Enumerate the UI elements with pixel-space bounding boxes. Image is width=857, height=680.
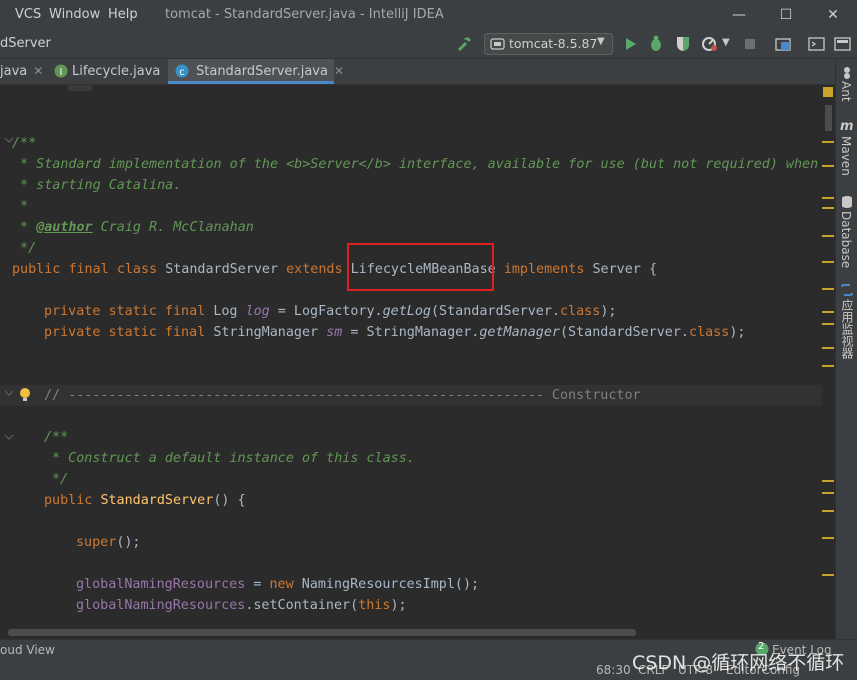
window-title: tomcat - StandardServer.java - IntelliJ … — [165, 7, 444, 22]
stripe-marker[interactable] — [822, 165, 834, 167]
tab-standardserver[interactable]: c StandardServer.java ✕ — [168, 59, 344, 84]
chevron-down-icon: ▼ — [597, 36, 605, 47]
title-bar: VCS Window Help tomcat - StandardServer.… — [0, 0, 857, 30]
code-line: globalNamingResources = new NamingResour… — [76, 577, 480, 592]
menu-help[interactable]: Help — [108, 7, 138, 22]
stripe-marker[interactable] — [822, 197, 834, 199]
database-tool-button[interactable]: Database — [839, 211, 853, 268]
terminal-icon[interactable] — [808, 36, 825, 52]
cloud-view-button[interactable]: oud View — [0, 643, 55, 657]
class-declaration-line: public final class StandardServer extend… — [12, 262, 657, 277]
monitor-icon — [841, 284, 853, 296]
code-line: * — [12, 199, 29, 214]
svg-text:I: I — [60, 67, 63, 78]
stripe-marker[interactable] — [822, 235, 834, 237]
code-line: super(); — [76, 535, 141, 550]
maximize-button[interactable]: ☐ — [775, 4, 797, 26]
stripe-marker[interactable] — [822, 480, 834, 482]
menu-window[interactable]: Window — [49, 7, 100, 22]
right-tool-strip: Ant m Maven Database 应用监视器 — [835, 59, 857, 639]
code-line: * starting Catalina. — [12, 178, 182, 193]
tab-label: Lifecycle.java — [72, 64, 161, 79]
stripe-marker[interactable] — [822, 141, 834, 143]
code-line: * Construct a default instance of this c… — [44, 451, 415, 466]
stripe-marker[interactable] — [822, 261, 834, 263]
close-button[interactable]: ✕ — [822, 4, 844, 26]
code-line: */ — [44, 472, 69, 487]
stripe-marker[interactable] — [822, 537, 834, 539]
profile-icon[interactable] — [701, 35, 719, 52]
app-monitor-tool-button[interactable]: 应用监视器 — [839, 299, 856, 359]
code-line: /** — [44, 430, 69, 445]
stripe-marker[interactable] — [822, 510, 834, 512]
run-configuration-label: tomcat-8.5.87 — [509, 36, 598, 51]
code-line: */ — [12, 241, 37, 256]
maven-icon: m — [840, 119, 854, 134]
stop-icon[interactable] — [743, 37, 757, 51]
stripe-marker[interactable] — [822, 288, 834, 290]
run-dropdown-icon[interactable]: ▼ — [722, 37, 730, 48]
search-everywhere-icon[interactable] — [834, 36, 851, 52]
code-line: * Standard implementation of the <b>Serv… — [12, 157, 822, 172]
code-editor[interactable]: /** * Standard implementation of the <b>… — [0, 85, 822, 628]
fold-gutter — [4, 137, 14, 440]
tomcat-icon — [490, 38, 505, 50]
caret-position[interactable]: 68:30 — [596, 663, 631, 677]
horizontal-scrollbar[interactable] — [0, 628, 822, 638]
highlight-box — [347, 243, 494, 291]
code-line: public StandardServer() { — [44, 493, 246, 508]
error-stripe[interactable] — [822, 85, 835, 628]
stripe-marker[interactable] — [822, 323, 834, 325]
ant-tool-button[interactable]: Ant — [839, 81, 853, 102]
stripe-marker[interactable] — [822, 492, 834, 494]
minimize-button[interactable]: — — [728, 4, 750, 26]
watermark: CSDN @循环网络不循环 — [632, 652, 845, 674]
stripe-marker[interactable] — [822, 207, 834, 209]
scroll-thumb[interactable] — [825, 105, 832, 131]
project-structure-icon[interactable] — [775, 36, 792, 52]
stripe-marker[interactable] — [822, 574, 834, 576]
editor-tabs: java✕ I Lifecycle.java✕ c StandardServer… — [0, 59, 835, 85]
ant-icon — [844, 67, 850, 79]
navigation-bar: dServer tomcat-8.5.87 ▼ ▼ — [0, 30, 857, 59]
debug-icon[interactable] — [648, 35, 664, 52]
close-tab-icon[interactable]: ✕ — [33, 64, 43, 78]
stripe-marker[interactable] — [822, 365, 834, 367]
analysis-status-icon[interactable] — [823, 87, 833, 97]
interface-icon: I — [54, 64, 68, 78]
tab-label: StandardServer.java — [196, 64, 328, 79]
tab-java[interactable]: java ✕ — [0, 59, 46, 84]
class-icon: c — [175, 64, 189, 78]
code-line: globalNamingResources.setContainer(this)… — [76, 598, 407, 613]
code-line: private static final StringManager sm = … — [44, 325, 746, 340]
code-line: // -------------------------------------… — [44, 388, 641, 403]
tab-label: java — [0, 64, 28, 79]
code-line: private static final Log log = LogFactor… — [44, 304, 617, 319]
run-icon[interactable] — [624, 36, 638, 52]
stripe-marker[interactable] — [822, 311, 834, 313]
breadcrumb[interactable]: dServer — [0, 36, 51, 51]
svg-text:c: c — [179, 67, 185, 78]
code-line: * @author Craig R. McClanahan — [12, 220, 254, 235]
coverage-icon[interactable] — [675, 35, 691, 52]
lightbulb-icon[interactable] — [18, 386, 32, 404]
run-configuration-select[interactable]: tomcat-8.5.87 ▼ — [484, 33, 613, 55]
fold-marker — [68, 85, 92, 91]
database-icon — [842, 196, 852, 208]
stripe-marker[interactable] — [822, 347, 834, 349]
tab-lifecycle[interactable]: I Lifecycle.java✕ — [50, 59, 176, 84]
menu-vcs[interactable]: VCS — [15, 7, 41, 22]
code-line: /** — [12, 136, 37, 151]
horizontal-scroll-thumb[interactable] — [8, 629, 636, 636]
close-tab-icon[interactable]: ✕ — [334, 64, 344, 78]
maven-tool-button[interactable]: Maven — [839, 136, 853, 176]
build-hammer-icon[interactable] — [455, 35, 473, 53]
